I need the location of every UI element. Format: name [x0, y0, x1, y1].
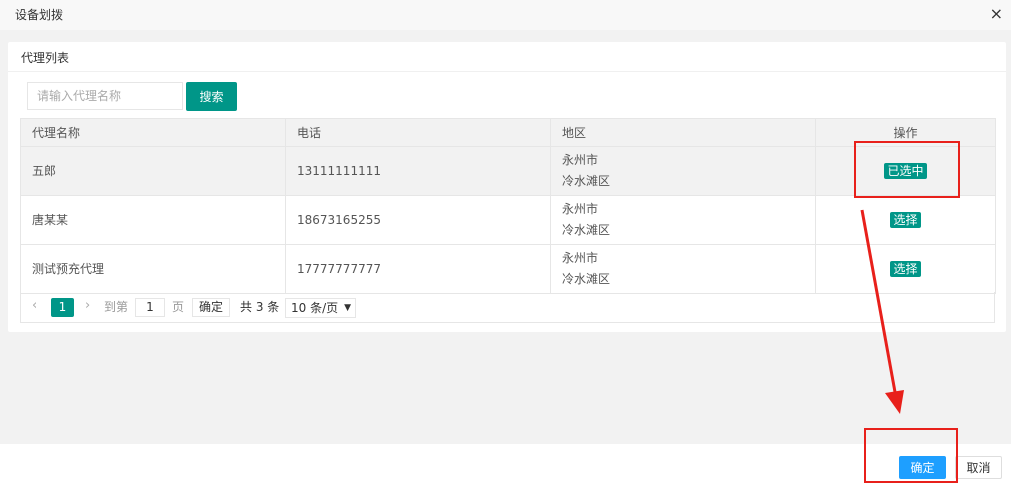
dialog-titlebar: 设备划拨 ×: [0, 0, 1011, 30]
cell-phone: 13111111111: [285, 146, 551, 196]
cell-action: 选择: [815, 195, 996, 245]
goto-confirm-button[interactable]: 确定: [192, 298, 231, 317]
cell-action: 选择: [815, 244, 996, 294]
select-button[interactable]: 选择: [890, 211, 921, 228]
agent-table: 代理名称 电话 地区 操作 五郎 13111111111 永州市 冷水滩区 已选…: [20, 118, 996, 294]
cell-phone: 18673165255: [285, 195, 551, 245]
goto-label: 到第: [104, 300, 129, 314]
close-icon[interactable]: ×: [990, 5, 1003, 23]
region-city: 永州市: [562, 251, 599, 265]
prev-page-icon[interactable]: ‹: [32, 298, 37, 313]
region-district: 冷水滩区: [562, 272, 611, 286]
search-button[interactable]: 搜索: [186, 82, 237, 111]
cell-phone: 17777777777: [285, 244, 551, 294]
cell-region: 永州市 冷水滩区: [550, 195, 816, 245]
column-header-action: 操作: [815, 118, 996, 147]
cell-action: 已选中: [815, 146, 996, 196]
dialog-title: 设备划拨: [15, 8, 64, 22]
select-button[interactable]: 选择: [890, 260, 921, 277]
cell-agent-name: 五郎: [20, 146, 286, 196]
region-district: 冷水滩区: [562, 223, 611, 237]
confirm-button[interactable]: 确定: [899, 456, 946, 479]
cell-region: 永州市 冷水滩区: [550, 146, 816, 196]
device-transfer-dialog: 设备划拨 × 代理列表 搜索 代理名称 电话 地区 操作: [0, 0, 1011, 485]
dialog-content: 代理列表 搜索 代理名称 电话 地区 操作 五郎: [0, 30, 1011, 444]
selected-badge[interactable]: 已选中: [884, 162, 927, 179]
table-row[interactable]: 测试预充代理 17777777777 永州市 冷水滩区 选择: [20, 244, 996, 294]
pagination-bar: ‹ 1 › 到第 1 页 确定 共 3 条 10 条/页 ▼: [20, 292, 995, 323]
dialog-footer: 确定 取消: [0, 444, 1011, 485]
table-row[interactable]: 五郎 13111111111 永州市 冷水滩区 已选中: [20, 146, 996, 196]
cell-agent-name: 唐某某: [20, 195, 286, 245]
total-count: 共 3 条: [240, 300, 280, 314]
cell-region: 永州市 冷水滩区: [550, 244, 816, 294]
column-header-name: 代理名称: [20, 118, 286, 147]
agent-list-card: 代理列表 搜索 代理名称 电话 地区 操作 五郎: [8, 42, 1006, 332]
goto-page-input[interactable]: 1: [135, 298, 165, 317]
region-district: 冷水滩区: [562, 174, 611, 188]
table-row[interactable]: 唐某某 18673165255 永州市 冷水滩区 选择: [20, 195, 996, 245]
agent-name-search-input[interactable]: [27, 82, 183, 110]
column-header-region: 地区: [550, 118, 816, 147]
cancel-button[interactable]: 取消: [955, 456, 1002, 479]
page-size-select[interactable]: 10 条/页 ▼: [285, 298, 356, 318]
cell-agent-name: 测试预充代理: [20, 244, 286, 294]
next-page-icon[interactable]: ›: [85, 298, 90, 313]
table-header-row: 代理名称 电话 地区 操作: [20, 118, 996, 147]
column-header-phone: 电话: [285, 118, 551, 147]
region-city: 永州市: [562, 202, 599, 216]
page-size-value: 10 条/页: [291, 301, 339, 315]
card-title: 代理列表: [8, 42, 1006, 72]
region-city: 永州市: [562, 153, 599, 167]
caret-down-icon: ▼: [344, 303, 351, 313]
page-unit-label: 页: [172, 300, 185, 314]
current-page-button[interactable]: 1: [51, 298, 74, 317]
